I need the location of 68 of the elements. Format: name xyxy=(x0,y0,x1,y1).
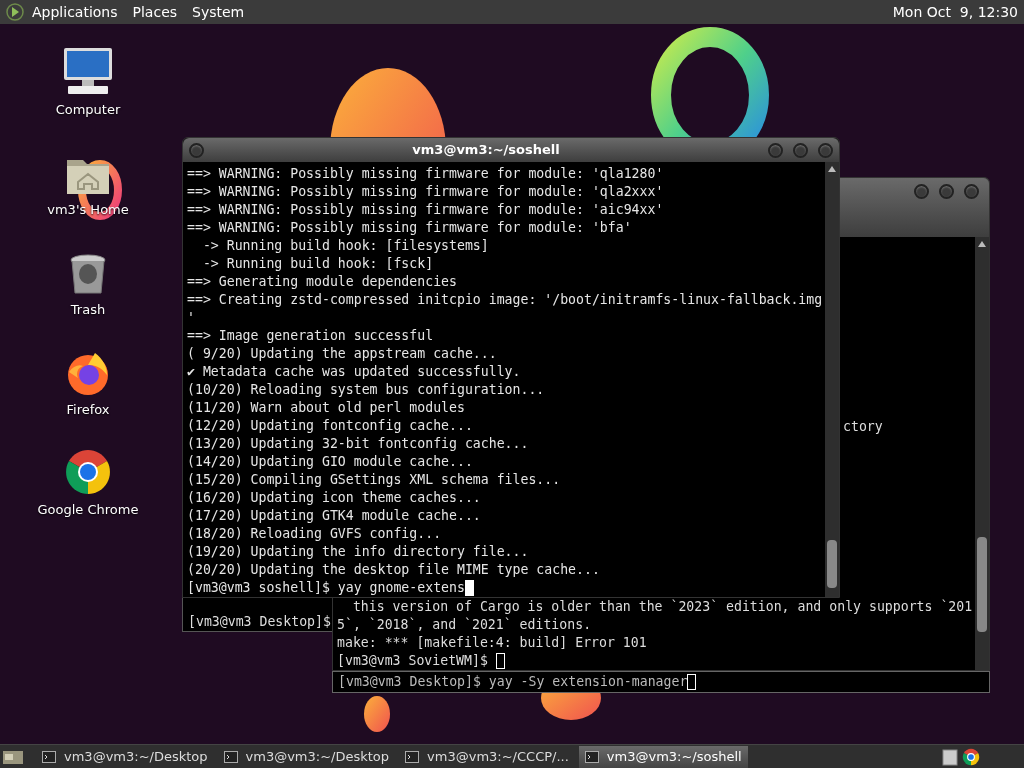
terminal-line: ==> Generating module dependencies xyxy=(187,273,458,291)
terminal-line: ==> WARNING: Possibly missing firmware for module: 'qla2xxx' xyxy=(187,183,665,201)
tricolor-circle-icon xyxy=(64,448,112,496)
terminal-line: 5`, `2018`, and `2021` editions. xyxy=(337,616,593,634)
terminal-line: (15/20) Compiling GSettings XML schema files... xyxy=(187,471,562,489)
terminal-line: (11/20) Warn about old perl modules xyxy=(187,399,466,417)
title-bar-button[interactable] xyxy=(818,142,833,158)
title-bar-button[interactable] xyxy=(939,184,954,199)
terminal-line: ==> WARNING: Possibly missing firmware for module: 'qla1280' xyxy=(187,165,665,183)
terminal-icon xyxy=(42,750,56,763)
taskbar-button[interactable]: vm3@vm3:~/Desktop xyxy=(36,745,214,768)
terminal-line: [vm3@vm3 SovietWM]$ xyxy=(337,652,975,670)
menu-item[interactable]: Places xyxy=(132,1,178,23)
terminal-line: ' xyxy=(187,309,196,327)
tricolor-circle-icon[interactable] xyxy=(962,747,980,766)
menu-item[interactable]: System xyxy=(192,1,245,23)
terminal-line: ✔ Metadata cache was updated successfully. xyxy=(187,363,522,381)
terminal-line: ==> WARNING: Possibly missing firmware for module: 'bfa' xyxy=(187,219,633,237)
computer-icon xyxy=(62,46,114,96)
title-bar-button[interactable] xyxy=(189,142,204,158)
scrollbar[interactable] xyxy=(825,162,839,597)
terminal-line: -> Running build hook: [fsck] xyxy=(201,255,435,273)
desktop-icon-label[interactable]: Trash xyxy=(70,300,106,320)
desktop-icon-label[interactable]: Firefox xyxy=(66,400,110,420)
fox-logo-icon xyxy=(65,350,111,396)
window-icon[interactable] xyxy=(942,747,960,766)
scroll-up-arrow[interactable] xyxy=(828,165,836,173)
terminal-line: make: *** [makefile:4: build] Error 101 xyxy=(337,634,648,652)
app-menu-icon[interactable] xyxy=(6,3,24,21)
terminal-line: ==> Image generation successful xyxy=(187,327,435,345)
desktop-icon-label[interactable]: Google Chrome xyxy=(37,500,139,520)
terminal-line: ==> WARNING: Possibly missing firmware for module: 'aic94xx' xyxy=(187,201,665,219)
terminal-line: (17/20) Updating GTK4 module cache... xyxy=(187,507,482,525)
clock[interactable]: Mon Oct 9, 12:30 xyxy=(892,1,1018,23)
title-bar-button[interactable] xyxy=(964,184,979,199)
terminal-line: (18/20) Reloading GVFS config... xyxy=(187,525,443,543)
title-bar-button[interactable] xyxy=(768,142,783,158)
taskbar-button[interactable]: vm3@vm3:~/CCCP/... xyxy=(399,745,575,768)
terminal-line: -> Running build hook: [filesystems] xyxy=(201,237,490,255)
taskbar-button[interactable]: vm3@vm3:~/soshell xyxy=(578,745,748,768)
menu-item[interactable]: Applications xyxy=(32,1,118,23)
terminal-line: ==> Creating zstd-compressed initcpio image: '/boot/initramfs-linux-fallback.img xyxy=(187,291,824,309)
terminal-line: ( 9/20) Updating the appstream cache... xyxy=(187,345,498,363)
terminal-line: (16/20) Updating icon theme caches... xyxy=(187,489,482,507)
terminal-line: (10/20) Reloading system bus configuration... xyxy=(187,381,546,399)
terminal-line: ctory xyxy=(843,418,883,436)
window-title: vm3@vm3:~/soshell xyxy=(411,141,561,160)
terminal-line: [vm3@vm3 Desktop]$ xyxy=(188,613,331,631)
terminal-icon xyxy=(223,750,238,763)
terminal-line: (19/20) Updating the info directory file... xyxy=(187,543,530,561)
terminal-line: [vm3@vm3 soshell]$ yay gnome-extens xyxy=(187,579,825,597)
scrollbar-thumb[interactable] xyxy=(827,540,837,588)
terminal-line: (14/20) Updating GIO module cache... xyxy=(187,453,474,471)
terminal-line: (12/20) Updating fontconfig cache... xyxy=(187,417,474,435)
terminal-icon xyxy=(584,750,599,763)
title-bar-button[interactable] xyxy=(914,184,929,199)
taskbar-button[interactable]: vm3@vm3:~/Desktop xyxy=(217,745,396,768)
scrollbar-thumb[interactable] xyxy=(977,537,987,632)
terminal-line: (20/20) Updating the desktop file MIME type cache... xyxy=(187,561,601,579)
trash-icon xyxy=(69,254,107,296)
terminal-line: (13/20) Updating 32-bit fontconfig cache... xyxy=(187,435,530,453)
scrollbar[interactable] xyxy=(975,237,989,670)
scroll-up-arrow[interactable] xyxy=(978,240,986,248)
desktop-icon-label[interactable]: Computer xyxy=(55,100,121,120)
title-bar-button[interactable] xyxy=(793,142,808,158)
terminal-icon xyxy=(405,750,420,763)
terminal-line: [vm3@vm3 Desktop]$ yay -Sy extension-manager xyxy=(338,673,697,691)
terminal-line: this version of Cargo is older than the `2023` edition, and only supports `201 xyxy=(351,598,974,616)
